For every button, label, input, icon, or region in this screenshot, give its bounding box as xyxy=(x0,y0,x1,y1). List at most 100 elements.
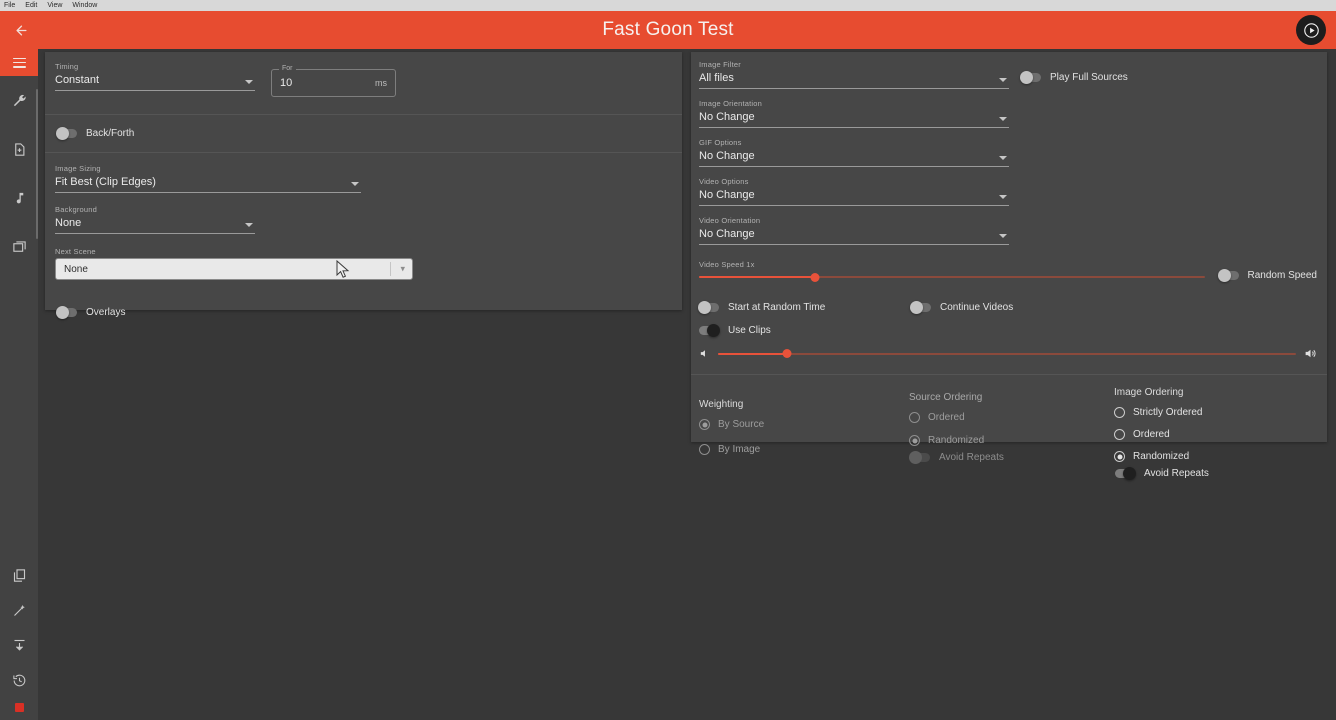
random-speed-row[interactable]: Random Speed xyxy=(1217,268,1317,282)
video-orientation-label: Video Orientation xyxy=(699,216,761,225)
chevron-down-icon xyxy=(999,234,1007,238)
source-options-panel: Image Filter All files Image Orientation… xyxy=(691,52,1327,480)
timing-select[interactable]: Timing Constant xyxy=(55,62,255,91)
magic-wand-icon[interactable] xyxy=(0,598,38,623)
play-full-sources-label: Play Full Sources xyxy=(1050,72,1128,83)
image-avoid-repeats-row[interactable]: Avoid Repeats xyxy=(1115,466,1317,480)
image-ordering-option-strictly-ordered[interactable]: Strictly Ordered xyxy=(1114,407,1317,418)
image-ordering-option-randomized[interactable]: Randomized xyxy=(1114,451,1317,462)
next-scene-select[interactable]: Next Scene None ▾ xyxy=(55,247,413,280)
start-at-random-time-label: Start at Random Time xyxy=(728,302,826,313)
chevron-down-icon: ▾ xyxy=(400,263,405,274)
images-icon[interactable] xyxy=(0,223,38,272)
weighting-option-by-source[interactable]: By Source xyxy=(699,419,909,430)
play-full-sources-toggle[interactable] xyxy=(1020,70,1041,84)
video-speed-slider[interactable]: Video Speed 1x xyxy=(699,260,1205,283)
weighting-group: Weighting By Source By Image xyxy=(699,387,909,479)
radio-icon[interactable] xyxy=(699,444,710,455)
image-ordering-option-label: Ordered xyxy=(1133,429,1170,440)
image-orientation-value: No Change xyxy=(699,111,755,123)
volume-slider[interactable] xyxy=(699,347,1317,360)
image-sizing-select[interactable]: Image Sizing Fit Best (Clip Edges) xyxy=(55,164,361,193)
overlays-label: Overlays xyxy=(86,307,126,318)
radio-icon[interactable] xyxy=(1114,407,1125,418)
video-options-value: No Change xyxy=(699,189,755,201)
image-filter-label: Image Filter xyxy=(699,60,741,69)
back-forth-label: Back/Forth xyxy=(86,128,135,139)
hamburger-menu-button[interactable] xyxy=(0,49,38,76)
back-forth-row[interactable]: Back/Forth xyxy=(45,115,682,152)
volume-low-icon[interactable] xyxy=(699,348,710,359)
radio-icon[interactable] xyxy=(699,419,710,430)
use-clips-toggle[interactable] xyxy=(699,323,720,337)
radio-icon[interactable] xyxy=(909,435,920,446)
scene-options-panel: Timing Constant For 10 ms Back/Forth Ima… xyxy=(45,52,682,319)
radio-icon[interactable] xyxy=(1114,429,1125,440)
source-ordering-option-randomized[interactable]: Randomized xyxy=(909,435,1114,446)
add-file-icon[interactable] xyxy=(0,125,38,174)
chevron-down-icon xyxy=(999,156,1007,160)
menu-item-view[interactable]: View xyxy=(47,0,62,11)
back-arrow-icon[interactable] xyxy=(10,19,32,41)
hamburger-menu-icon xyxy=(12,57,26,68)
image-ordering-option-label: Randomized xyxy=(1133,451,1190,462)
image-ordering-option-ordered[interactable]: Ordered xyxy=(1114,429,1317,440)
copy-icon[interactable] xyxy=(0,563,38,588)
image-orientation-select[interactable]: Image Orientation No Change xyxy=(699,99,1009,128)
radio-icon[interactable] xyxy=(909,412,920,423)
import-icon[interactable] xyxy=(0,633,38,658)
music-note-icon[interactable] xyxy=(0,174,38,223)
menu-bar: File Edit View Window xyxy=(0,0,1336,11)
video-speed-label: Video Speed 1x xyxy=(699,260,755,269)
image-ordering-title: Image Ordering xyxy=(1114,387,1184,398)
duration-value: 10 xyxy=(280,77,293,89)
chevron-down-icon xyxy=(245,223,253,227)
menu-item-edit[interactable]: Edit xyxy=(25,0,37,11)
slider-thumb[interactable] xyxy=(782,349,792,358)
overlays-row[interactable]: Overlays xyxy=(45,280,682,319)
weighting-option-by-image[interactable]: By Image xyxy=(699,444,909,455)
chevron-down-icon xyxy=(999,78,1007,82)
volume-high-icon[interactable] xyxy=(1304,347,1317,360)
slider-thumb[interactable] xyxy=(810,272,820,282)
video-orientation-select[interactable]: Video Orientation No Change xyxy=(699,216,1009,245)
slider-fill xyxy=(699,276,816,278)
image-ordering-group: Image Ordering Strictly Ordered Ordered … xyxy=(1114,387,1317,480)
video-options-select[interactable]: Video Options No Change xyxy=(699,177,1009,206)
play-full-sources-row[interactable]: Play Full Sources xyxy=(1020,70,1128,84)
radio-icon[interactable] xyxy=(1114,451,1125,462)
continue-videos-toggle[interactable] xyxy=(910,300,931,314)
image-avoid-repeats-label: Avoid Repeats xyxy=(1144,468,1209,479)
back-forth-toggle[interactable] xyxy=(56,126,77,140)
duration-input[interactable]: For 10 ms xyxy=(271,65,396,97)
wrench-icon[interactable] xyxy=(0,76,38,125)
gif-options-value: No Change xyxy=(699,150,755,162)
next-scene-label: Next Scene xyxy=(55,247,96,256)
left-sidebar xyxy=(0,49,38,720)
sidebar-scrollbar[interactable] xyxy=(36,89,38,239)
image-avoid-repeats-toggle[interactable] xyxy=(1115,466,1136,480)
weighting-option-label: By Source xyxy=(718,419,765,430)
gif-options-select[interactable]: GIF Options No Change xyxy=(699,138,1009,167)
record-stop-icon[interactable] xyxy=(14,703,24,712)
image-filter-select[interactable]: Image Filter All files xyxy=(699,60,1009,89)
background-select[interactable]: Background None xyxy=(55,205,255,234)
start-at-random-time-row[interactable]: Start at Random Time xyxy=(698,300,911,314)
random-speed-toggle[interactable] xyxy=(1217,268,1239,282)
use-clips-label: Use Clips xyxy=(728,325,771,336)
play-button[interactable] xyxy=(1296,15,1326,45)
weighting-option-label: By Image xyxy=(718,444,761,455)
source-ordering-option-ordered[interactable]: Ordered xyxy=(909,412,1114,423)
continue-videos-label: Continue Videos xyxy=(940,302,1014,313)
history-icon[interactable] xyxy=(0,668,38,693)
start-at-random-time-toggle[interactable] xyxy=(698,300,719,314)
source-ordering-option-label: Randomized xyxy=(928,435,985,446)
weighting-title: Weighting xyxy=(699,399,744,410)
background-label: Background xyxy=(55,205,98,214)
use-clips-row[interactable]: Use Clips xyxy=(699,323,1317,337)
chevron-down-icon xyxy=(245,80,253,84)
overlays-toggle[interactable] xyxy=(56,305,77,319)
menu-item-file[interactable]: File xyxy=(4,0,15,11)
menu-item-window[interactable]: Window xyxy=(72,0,97,11)
continue-videos-row[interactable]: Continue Videos xyxy=(910,300,1014,314)
